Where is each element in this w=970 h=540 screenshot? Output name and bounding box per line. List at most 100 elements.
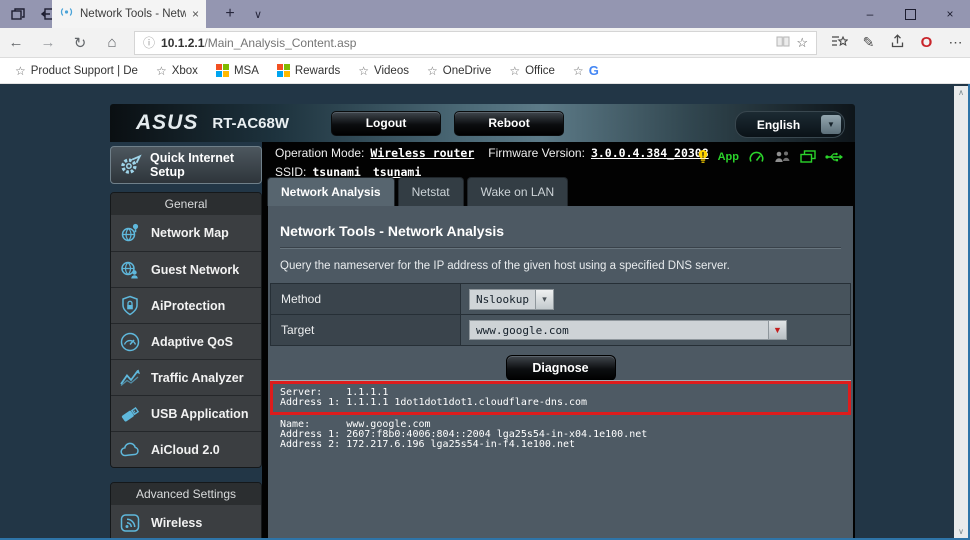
tab-list-chevron-icon[interactable]: ∨ — [246, 0, 270, 28]
favorite-product-support[interactable]: ☆Product Support | De — [6, 64, 147, 78]
sidebar-item-traffic-analyzer[interactable]: Traffic Analyzer — [111, 359, 261, 395]
tab-close-icon[interactable]: × — [192, 7, 199, 21]
favorites-bar: ☆Product Support | De ☆Xbox MSA Rewards … — [0, 58, 970, 84]
refresh-icon[interactable]: ↻ — [64, 34, 96, 52]
devices-monitor-icon[interactable] — [800, 150, 816, 163]
router-tabs: Network Analysis Netstat Wake on LAN — [267, 177, 571, 206]
home-icon[interactable]: ⌂ — [96, 34, 128, 51]
microsoft-logo-icon — [216, 64, 229, 77]
notification-bulb-icon[interactable] — [697, 149, 709, 164]
internet-status-gauge-icon[interactable] — [748, 150, 765, 164]
output-remaining-lines: Name: www.google.com Address 1: 2607:f8b… — [270, 415, 851, 450]
target-row: Target www.google.com ▼ — [271, 314, 850, 345]
favorite-google[interactable]: ☆G — [564, 63, 608, 78]
chevron-down-icon: ▼ — [821, 115, 841, 134]
sidebar-item-label: AiCloud 2.0 — [151, 443, 220, 457]
favorite-office[interactable]: ☆Office — [500, 64, 564, 78]
method-select[interactable]: Nslookup ▾ — [469, 289, 554, 310]
favorite-rewards[interactable]: Rewards — [268, 64, 349, 77]
logout-button[interactable]: Logout — [331, 111, 441, 136]
sidebar-item-label: Guest Network — [151, 263, 239, 277]
close-button[interactable]: × — [930, 0, 970, 28]
title-divider — [280, 247, 841, 249]
method-value-cell: Nslookup ▾ — [461, 284, 850, 314]
chevron-down-icon: ▾ — [535, 289, 554, 310]
general-section-header: General — [111, 193, 261, 215]
advanced-settings-section: Advanced Settings Wireless — [110, 482, 262, 540]
router-model: RT-AC68W — [212, 115, 289, 132]
sidebar-item-network-map[interactable]: Network Map — [111, 215, 261, 251]
scroll-down-icon[interactable]: ∨ — [958, 525, 964, 538]
sidebar-item-label: Network Map — [151, 226, 229, 240]
tab-network-analysis[interactable]: Network Analysis — [267, 177, 395, 206]
firmware-link[interactable]: 3.0.0.4.384_20308 — [591, 146, 709, 160]
reboot-button[interactable]: Reboot — [454, 111, 564, 136]
sidebar-item-aiprotection[interactable]: AiProtection — [111, 287, 261, 323]
page-viewport: ASUS RT-AC68W Logout Reboot English ▼ Op… — [0, 84, 970, 540]
sidebar-item-label: AiProtection — [151, 299, 225, 313]
new-tab-button[interactable]: + — [216, 0, 244, 28]
page-scrollbar[interactable]: ∧ ∨ — [954, 86, 968, 538]
sidebar-item-usb-application[interactable]: USB Application — [111, 395, 261, 431]
maximize-button[interactable] — [890, 0, 930, 28]
sidebar: Quick Internet Setup General Network Map… — [110, 146, 262, 540]
red-o-extension-icon[interactable]: O — [912, 34, 941, 51]
shield-lock-icon — [118, 294, 142, 318]
browser-navbar: ← → ↻ ⌂ ⓘ 10.1.2.1/Main_Analysis_Content… — [0, 28, 970, 58]
network-map-icon — [118, 221, 142, 245]
method-label: Method — [271, 284, 461, 314]
analysis-form: Method Nslookup ▾ Target www.google.com — [270, 283, 851, 346]
sidebar-item-aicloud[interactable]: AiCloud 2.0 — [111, 431, 261, 467]
more-options-icon[interactable]: ⋯ — [941, 34, 970, 51]
output-highlighted-lines: Server: 1.1.1.1 Address 1: 1.1.1.1 1dot1… — [270, 381, 851, 415]
sidebar-item-quick-internet-setup[interactable]: Quick Internet Setup — [110, 146, 262, 184]
sidebar-item-label: Adaptive QoS — [151, 335, 233, 349]
edge-browser-window: Network Tools - Networ × + ∨ – × ← → ↻ ⌂… — [0, 0, 970, 540]
back-icon[interactable]: ← — [0, 34, 32, 51]
red-arrow-icon: ▼ — [773, 325, 782, 335]
address-bar[interactable]: ⓘ 10.1.2.1/Main_Analysis_Content.asp ☆ — [134, 31, 817, 55]
status-icons: App — [697, 149, 843, 164]
add-favorite-star-icon[interactable]: ☆ — [796, 35, 808, 51]
diagnose-button[interactable]: Diagnose — [506, 355, 616, 381]
site-info-icon[interactable]: ⓘ — [143, 34, 155, 51]
favorite-msa[interactable]: MSA — [207, 64, 268, 77]
asus-logo: ASUS — [136, 111, 198, 135]
content-panel: Network Tools - Network Analysis Query t… — [268, 206, 853, 538]
favorite-onedrive[interactable]: ☆OneDrive — [418, 64, 500, 78]
scroll-up-icon[interactable]: ∧ — [958, 86, 964, 99]
tab-preview-icon[interactable] — [5, 4, 31, 24]
page-description: Query the nameserver for the IP address … — [280, 260, 841, 272]
language-dropdown[interactable]: English ▼ — [735, 111, 845, 138]
star-icon: ☆ — [358, 64, 369, 78]
hub-favorites-icon[interactable] — [825, 34, 854, 51]
tab-netstat[interactable]: Netstat — [398, 177, 464, 206]
app-badge[interactable]: App — [718, 151, 739, 163]
url-path: /Main_Analysis_Content.asp — [204, 36, 356, 50]
sidebar-item-guest-network[interactable]: Guest Network — [111, 251, 261, 287]
gear-arrow-icon — [118, 153, 142, 177]
share-icon[interactable] — [883, 34, 912, 51]
maximize-icon — [905, 9, 916, 20]
guest-network-icon — [118, 258, 142, 282]
reading-view-icon[interactable] — [776, 36, 790, 50]
browser-tab[interactable]: Network Tools - Networ × — [52, 0, 206, 28]
usb-status-icon[interactable] — [825, 151, 843, 163]
target-dropdown-button[interactable]: ▼ — [769, 320, 787, 340]
favorite-videos[interactable]: ☆Videos — [349, 64, 418, 78]
router-main-column: Operation Mode: Wireless router Firmware… — [262, 142, 855, 538]
clients-icon[interactable] — [774, 150, 791, 163]
advanced-settings-header: Advanced Settings — [111, 483, 261, 505]
operation-mode-link[interactable]: Wireless router — [370, 146, 474, 160]
forward-icon[interactable]: → — [32, 34, 64, 51]
tab-wake-on-lan[interactable]: Wake on LAN — [467, 177, 569, 206]
sidebar-item-wireless[interactable]: Wireless — [111, 505, 261, 540]
annotate-pen-icon[interactable]: ✎ — [854, 34, 883, 51]
target-input[interactable]: www.google.com — [469, 320, 769, 340]
favorite-xbox[interactable]: ☆Xbox — [147, 64, 207, 78]
minimize-button[interactable]: – — [850, 0, 890, 28]
method-selected-value: Nslookup — [469, 289, 535, 310]
sidebar-item-adaptive-qos[interactable]: Adaptive QoS — [111, 323, 261, 359]
target-label: Target — [271, 315, 461, 345]
wireless-icon — [118, 511, 142, 535]
